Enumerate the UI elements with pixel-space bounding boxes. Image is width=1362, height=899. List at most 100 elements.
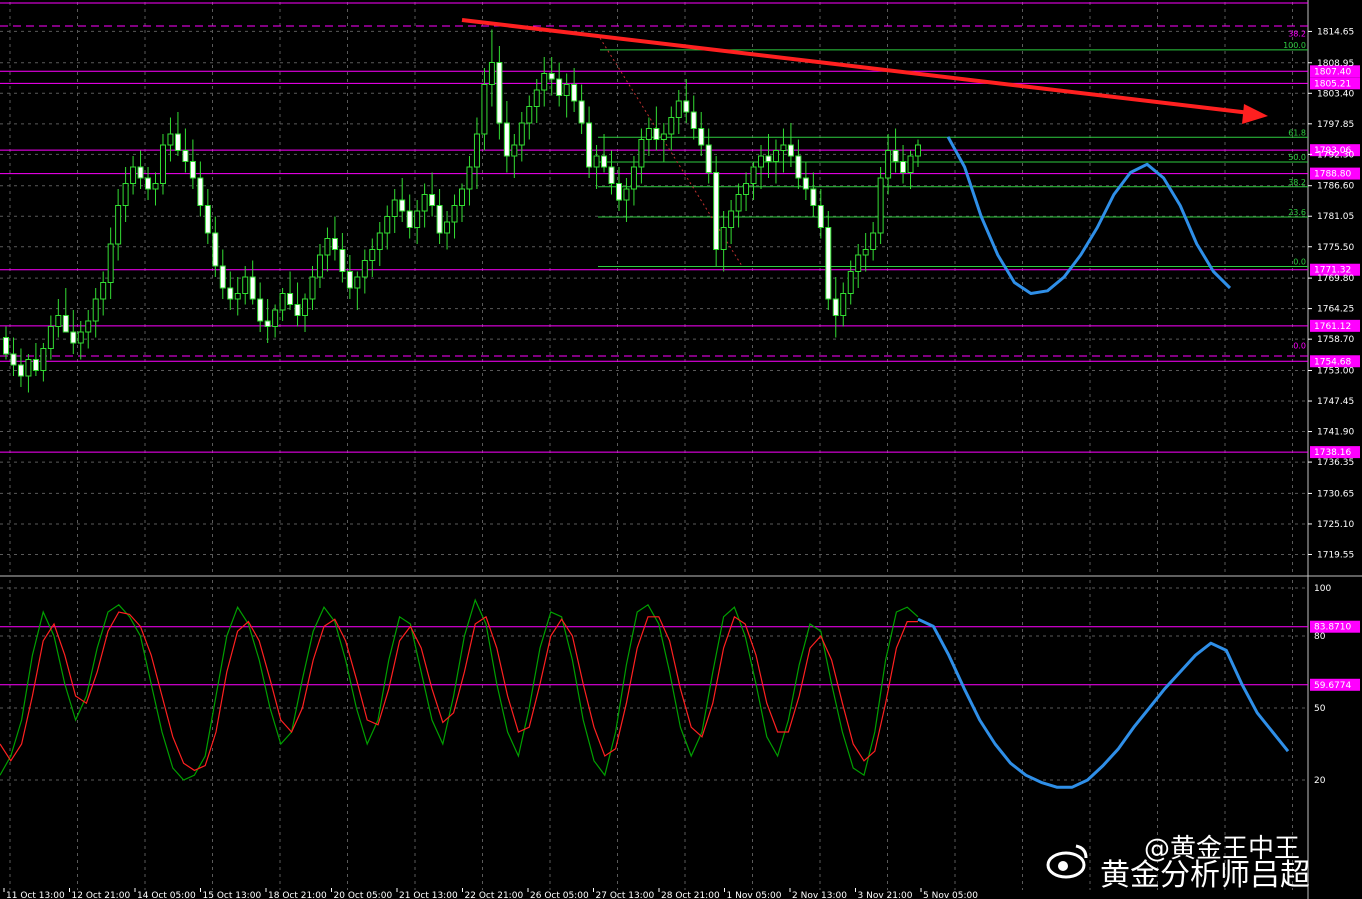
candle-body xyxy=(526,106,533,124)
candle-body xyxy=(571,84,578,102)
candle-body xyxy=(174,133,181,151)
candlesticks xyxy=(3,29,921,393)
candle-body xyxy=(309,276,316,300)
candle xyxy=(189,139,196,189)
candle-body xyxy=(601,155,608,168)
candle xyxy=(339,233,346,283)
candle xyxy=(17,348,24,387)
price-tick-label: 1797.85 xyxy=(1317,120,1354,130)
candle xyxy=(496,46,503,140)
level-tag-label: 1761.12 xyxy=(1314,322,1351,332)
candle xyxy=(399,178,406,222)
oscillator-level-label: 59.6774 xyxy=(1314,681,1351,691)
candle-body xyxy=(855,254,862,272)
watermark-name: 黄金分析师吕超 xyxy=(1100,858,1310,893)
candle xyxy=(705,128,712,184)
candle-body xyxy=(541,73,548,91)
candle xyxy=(279,288,286,321)
candle xyxy=(182,128,189,173)
candle xyxy=(608,150,615,195)
candle-body xyxy=(55,315,62,327)
price-tick-label: 1764.25 xyxy=(1317,305,1354,315)
candle-body xyxy=(77,331,84,344)
price-tick-label: 1736.35 xyxy=(1317,458,1354,468)
stochastic-oscillator: 83.871059.6774 xyxy=(0,598,1360,789)
fib-label: 100.0 xyxy=(1283,41,1306,50)
candle-body xyxy=(316,254,323,278)
candle xyxy=(47,315,54,360)
candle-body xyxy=(451,205,458,223)
candle xyxy=(787,123,794,167)
candle xyxy=(369,238,376,277)
candle-body xyxy=(683,100,690,113)
candle-body xyxy=(578,100,585,124)
candle xyxy=(511,134,518,178)
candle-body xyxy=(758,155,765,168)
candle-body xyxy=(40,348,47,371)
candle xyxy=(847,260,854,305)
candle-body xyxy=(204,205,211,234)
candle-body xyxy=(728,210,735,228)
candle-body xyxy=(85,320,92,333)
time-tick-label: 18 Oct 21:00 xyxy=(268,891,327,899)
candle xyxy=(623,178,630,222)
candle-body xyxy=(765,155,772,162)
candle-body xyxy=(421,194,428,212)
candle-body xyxy=(130,166,137,184)
candle-body xyxy=(877,177,884,234)
fib-label: 38.2 xyxy=(1288,178,1306,187)
time-tick-label: 1 Nov 05:00 xyxy=(727,891,782,899)
candle xyxy=(503,101,510,173)
candle xyxy=(907,150,914,189)
candle-body xyxy=(62,315,69,333)
price-tick-label: 1758.70 xyxy=(1317,335,1354,345)
candle-body xyxy=(346,271,353,289)
grid xyxy=(0,0,1362,899)
price-tick-label: 1741.90 xyxy=(1317,428,1354,438)
candle-body xyxy=(548,73,555,80)
candle xyxy=(264,299,271,343)
candle-body xyxy=(219,265,226,289)
candle-body xyxy=(137,166,144,179)
candle xyxy=(384,205,391,250)
candle xyxy=(227,271,234,310)
candle xyxy=(130,156,137,195)
candle-body xyxy=(212,232,219,267)
candle-body xyxy=(900,161,907,173)
candle-body xyxy=(892,150,899,162)
candle-body xyxy=(608,166,615,184)
candle-body xyxy=(496,62,503,124)
candle-body xyxy=(384,216,391,234)
candle xyxy=(698,112,705,156)
candle-body xyxy=(802,177,809,190)
price-axis: 1814.65 1808.95 1803.40 1797.85 1792.30 1786.… xyxy=(1308,27,1354,560)
candle-body xyxy=(563,84,570,96)
candle-body xyxy=(302,298,309,316)
candle xyxy=(862,233,869,272)
candle xyxy=(242,266,249,305)
price-tick-label: 1753.00 xyxy=(1317,367,1354,377)
candle xyxy=(137,150,144,189)
time-tick-label: 5 Nov 05:00 xyxy=(923,891,978,899)
candle-body xyxy=(25,359,32,377)
candle-body xyxy=(152,183,159,190)
candle xyxy=(234,277,241,316)
candle xyxy=(765,134,772,178)
time-tick-label: 2 Nov 13:00 xyxy=(792,891,847,899)
trend-arrow-head xyxy=(1242,104,1268,124)
candle xyxy=(832,277,839,338)
candle-body xyxy=(406,210,413,228)
candle xyxy=(728,200,735,244)
time-tick-label: 26 Oct 05:00 xyxy=(530,891,589,899)
candle-body xyxy=(369,249,376,261)
candle xyxy=(526,95,533,140)
candle xyxy=(877,167,884,244)
price-tick-label: 1730.65 xyxy=(1317,489,1354,499)
candle xyxy=(668,106,675,151)
chart-canvas: 1807.401805.211793.061788.801771.321761.… xyxy=(0,0,1362,899)
candle xyxy=(406,194,413,239)
candle xyxy=(586,106,593,178)
candle xyxy=(70,310,77,354)
candle-body xyxy=(795,155,802,179)
candle xyxy=(346,255,353,299)
